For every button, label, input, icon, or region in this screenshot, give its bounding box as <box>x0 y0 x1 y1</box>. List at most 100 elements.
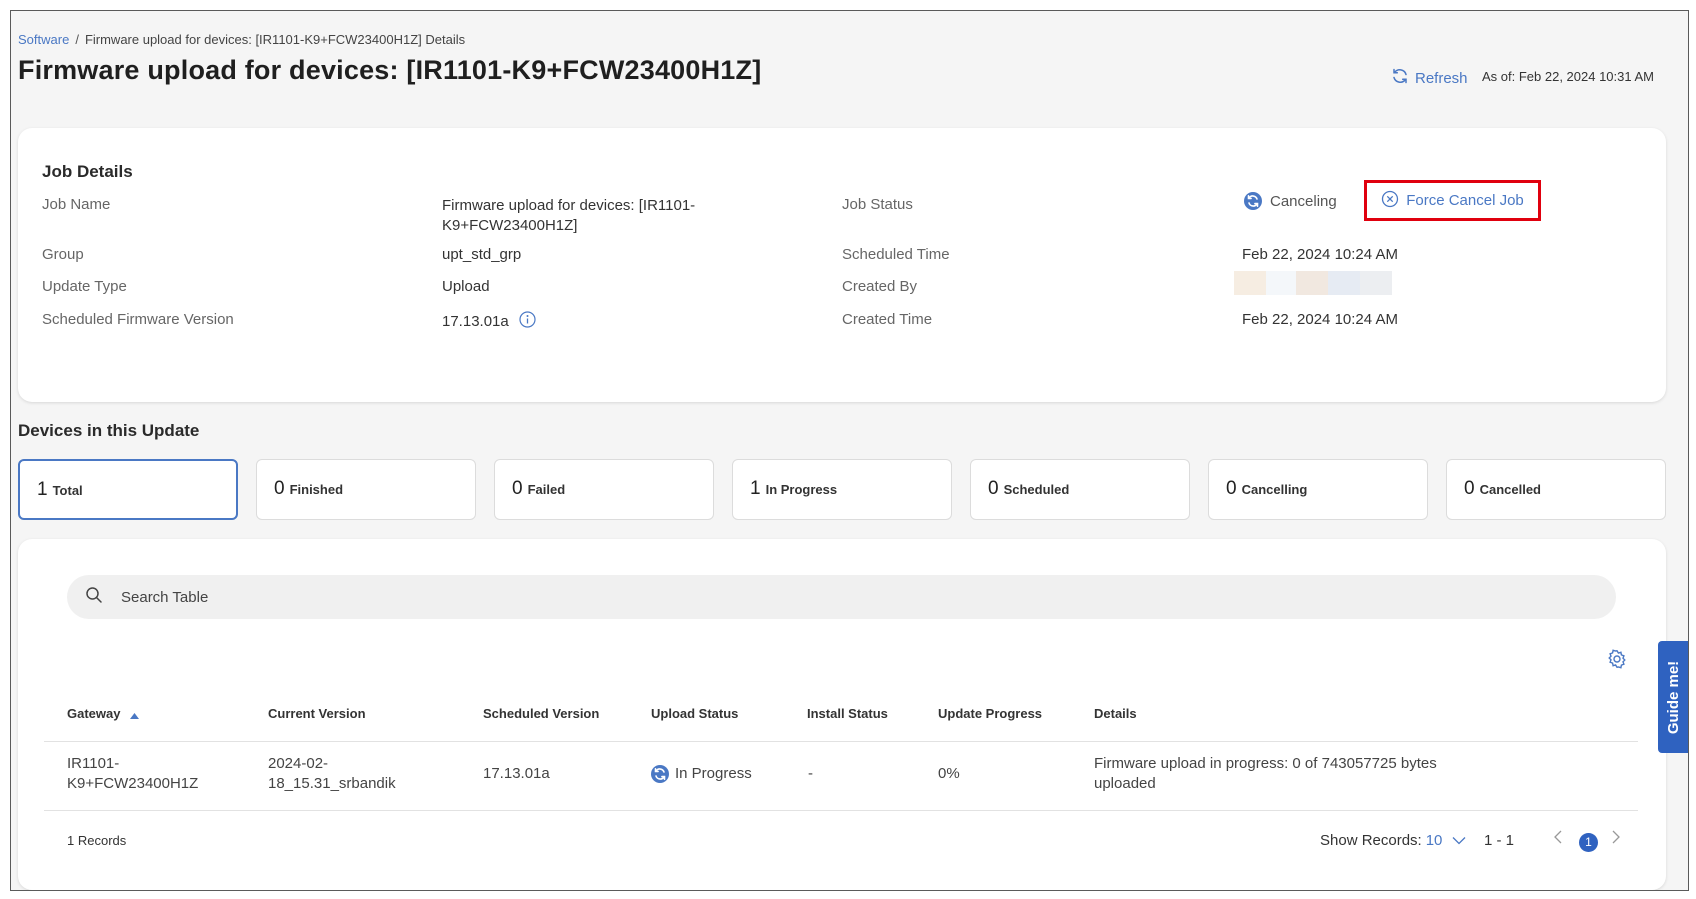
firmware-version-value: 17.13.01a <box>442 311 536 332</box>
stat-label: Cancelling <box>1241 482 1308 497</box>
in-progress-status-icon <box>651 765 669 783</box>
show-records-label: Show Records: <box>1320 832 1422 849</box>
column-header-upload-status[interactable]: Upload Status <box>651 706 738 721</box>
stat-label: Finished <box>289 482 344 497</box>
stat-card-failed[interactable]: 0 Failed <box>494 459 714 520</box>
job-status-text: Canceling <box>1270 192 1337 210</box>
cell-scheduled-version: 17.13.01a <box>483 765 550 782</box>
page-title: Firmware upload for devices: [IR1101-K9+… <box>18 55 762 85</box>
refresh-icon <box>1391 67 1409 89</box>
stat-label: Scheduled <box>1003 482 1070 497</box>
guide-me-label: Guide me! <box>1665 660 1683 734</box>
job-details-card: Job Details Job Name Firmware upload for… <box>18 128 1666 402</box>
search-icon <box>85 586 103 609</box>
cell-current-version-line-2: 18_15.31_srbandik <box>268 775 396 792</box>
devices-table-card: Gateway Current Version Scheduled Versio… <box>18 539 1666 890</box>
cell-install-status: - <box>808 765 813 782</box>
created-time-value: Feb 22, 2024 10:24 AM <box>1242 311 1398 328</box>
column-header-current-version[interactable]: Current Version <box>268 706 366 721</box>
job-name-line-2: K9+FCW23400H1Z] <box>442 217 578 234</box>
cell-current-version-line-1: 2024-02- <box>268 755 329 772</box>
group-label: Group <box>42 246 84 263</box>
guide-me-tab[interactable]: Guide me! <box>1658 641 1688 753</box>
breadcrumb-separator: / <box>75 32 79 47</box>
cell-current-version: 2024-02- 18_15.31_srbandik <box>268 754 396 794</box>
cell-details: Firmware upload in progress: 0 of 743057… <box>1094 754 1437 794</box>
stat-card-scheduled[interactable]: 0 Scheduled <box>970 459 1190 520</box>
force-cancel-job-label: Force Cancel Job <box>1406 192 1524 209</box>
group-value: upt_std_grp <box>442 246 522 263</box>
stat-count: 0 <box>1226 478 1237 499</box>
stat-count: 1 <box>37 479 48 500</box>
job-details-title: Job Details <box>42 162 133 181</box>
refresh-button[interactable]: Refresh <box>1391 67 1468 89</box>
job-name-label: Job Name <box>42 196 111 213</box>
firmware-version-text: 17.13.01a <box>442 313 509 330</box>
breadcrumb: Software / Firmware upload for devices: [I… <box>18 32 465 47</box>
column-header-label: Gateway <box>67 706 121 721</box>
devices-section-title: Devices in this Update <box>18 421 200 440</box>
cell-update-progress: 0% <box>938 765 960 782</box>
update-type-label: Update Type <box>42 278 127 295</box>
stat-card-cancelling[interactable]: 0 Cancelling <box>1208 459 1428 520</box>
cell-gateway-line-1: IR1101- <box>67 755 120 772</box>
cell-gateway-line-2: K9+FCW23400H1Z <box>67 775 199 792</box>
stat-label: In Progress <box>765 482 838 497</box>
stat-label: Failed <box>527 482 566 497</box>
as-of-timestamp: As of: Feb 22, 2024 10:31 AM <box>1482 69 1655 84</box>
stat-card-total[interactable]: 1 Total <box>18 459 238 520</box>
force-cancel-job-button[interactable]: Force Cancel Job <box>1364 180 1541 221</box>
created-by-label: Created By <box>842 278 918 295</box>
app-frame: Software / Firmware upload for devices: [I… <box>10 10 1689 891</box>
stat-label: Cancelled <box>1479 482 1541 497</box>
breadcrumb-current: Firmware upload for devices: [IR1101-K9+… <box>84 32 466 47</box>
column-header-gateway[interactable]: Gateway <box>67 706 140 722</box>
chevron-down-icon[interactable] <box>1452 832 1466 849</box>
sort-ascending-icon <box>130 707 140 722</box>
cell-details-line-2: uploaded <box>1094 775 1156 792</box>
scheduled-time-value: Feb 22, 2024 10:24 AM <box>1242 246 1398 263</box>
update-type-value: Upload <box>442 278 490 295</box>
chevron-right-icon[interactable] <box>1611 829 1621 850</box>
stat-card-finished[interactable]: 0 Finished <box>256 459 476 520</box>
job-name-line-1: Firmware upload for devices: [IR1101- <box>442 197 696 214</box>
stat-card-in-progress[interactable]: 1 In Progress <box>732 459 952 520</box>
search-bar[interactable] <box>67 575 1616 619</box>
stat-count: 1 <box>750 478 761 499</box>
page-range: 1 - 1 <box>1484 832 1515 849</box>
cancel-circle-icon <box>1381 190 1399 212</box>
firmware-version-label: Scheduled Firmware Version <box>42 311 234 328</box>
show-records-value[interactable]: 10 <box>1426 832 1443 849</box>
stat-card-cancelled[interactable]: 0 Cancelled <box>1446 459 1666 520</box>
show-records-selector[interactable]: Show Records: 10 <box>1320 832 1466 849</box>
stat-count: 0 <box>512 478 523 499</box>
created-by-redacted <box>1234 271 1394 295</box>
refresh-label: Refresh <box>1415 69 1468 87</box>
breadcrumb-software-link[interactable]: Software <box>18 32 69 47</box>
stat-count: 0 <box>988 478 999 499</box>
column-header-install-status[interactable]: Install Status <box>807 706 888 721</box>
cell-details-line-1: Firmware upload in progress: 0 of 743057… <box>1094 755 1437 772</box>
info-icon[interactable] <box>519 311 536 332</box>
column-header-details[interactable]: Details <box>1094 706 1137 721</box>
job-status-label: Job Status <box>842 196 913 213</box>
table-settings-gear-icon[interactable] <box>1607 649 1627 674</box>
upload-status-text: In Progress <box>675 765 752 782</box>
column-header-scheduled-version[interactable]: Scheduled Version <box>483 706 599 721</box>
scheduled-time-label: Scheduled Time <box>842 246 950 263</box>
records-count: 1 Records <box>67 833 127 848</box>
cell-gateway: IR1101- K9+FCW23400H1Z <box>67 754 198 794</box>
job-name-value: Firmware upload for devices: [IR1101- K9… <box>442 196 695 236</box>
chevron-left-icon[interactable] <box>1553 829 1563 850</box>
canceling-status-icon <box>1244 192 1262 210</box>
column-header-update-progress[interactable]: Update Progress <box>938 706 1042 721</box>
job-status-value: Canceling <box>1244 192 1337 210</box>
search-input[interactable] <box>119 587 1519 607</box>
stat-count: 0 <box>274 478 285 499</box>
row-divider <box>44 810 1638 811</box>
header-divider <box>44 741 1638 742</box>
cell-upload-status: In Progress <box>651 764 752 784</box>
created-time-label: Created Time <box>842 311 933 328</box>
page-number-button[interactable]: 1 <box>1579 833 1598 852</box>
stat-label: Total <box>52 483 83 498</box>
